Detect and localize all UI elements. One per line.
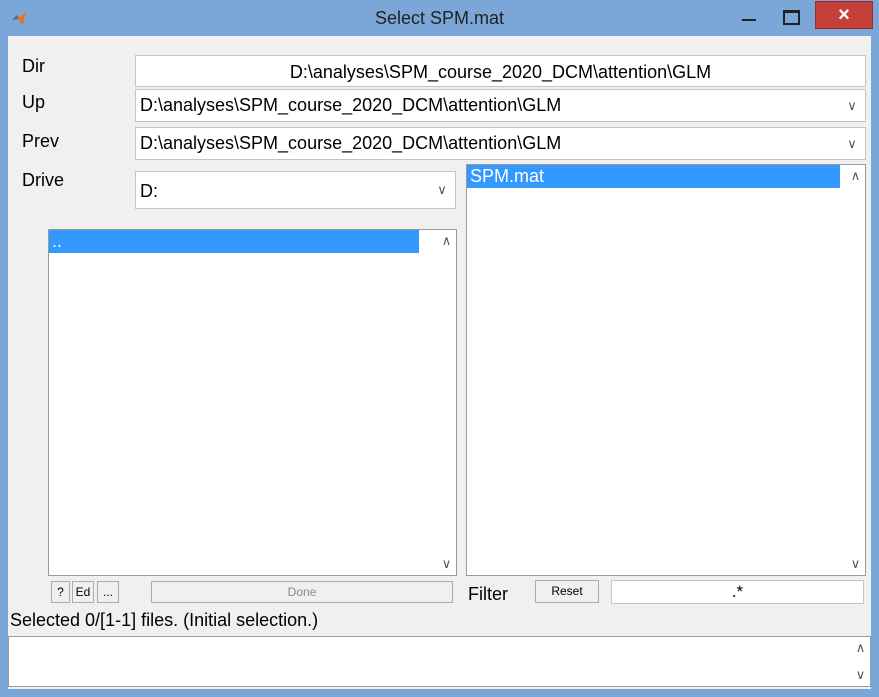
filter-label: Filter [468,584,508,604]
status-scrollbar[interactable]: ∧ ∨ [851,637,870,686]
done-button[interactable]: Done [151,581,453,603]
chevron-down-icon: ∨ [847,135,857,151]
prev-dropdown[interactable]: D:\analyses\SPM_course_2020_DCM\attentio… [135,127,866,160]
status-output-box[interactable]: ∧ ∨ [8,636,871,687]
scroll-up-icon[interactable]: ∧ [437,230,456,252]
up-dropdown-value: D:\analyses\SPM_course_2020_DCM\attentio… [140,95,562,115]
drive-label: Drive [22,170,65,190]
scroll-down-icon[interactable]: ∨ [846,553,865,575]
minimize-button[interactable] [737,4,763,30]
title-bar[interactable]: Select SPM.mat × [0,0,879,36]
up-dropdown[interactable]: D:\analyses\SPM_course_2020_DCM\attentio… [135,89,866,122]
selection-status-text: Selected 0/[1-1] files. (Initial selecti… [10,610,319,630]
dir-field[interactable]: D:\analyses\SPM_course_2020_DCM\attentio… [135,55,866,87]
scroll-down-icon[interactable]: ∨ [437,553,456,575]
prev-dropdown-value: D:\analyses\SPM_course_2020_DCM\attentio… [140,133,562,153]
chevron-down-icon: ∨ [437,182,447,197]
reset-button[interactable]: Reset [535,580,599,603]
list-item[interactable]: .. [49,230,419,253]
scroll-up-icon[interactable]: ∧ [851,637,870,659]
file-list[interactable]: SPM.mat ∧ ∨ [466,164,866,576]
up-label: Up [22,92,46,112]
filter-input[interactable]: .* [611,580,864,604]
help-button[interactable]: ? [51,581,70,603]
file-list-scrollbar[interactable]: ∧ ∨ [846,165,865,575]
dir-label: Dir [22,56,45,76]
list-item[interactable]: SPM.mat [467,165,840,188]
prev-label: Prev [22,131,60,151]
directory-list[interactable]: .. ∧ ∨ [48,229,457,576]
dialog-window: Select SPM.mat × Dir D:\analyses\SPM_cou… [0,0,879,697]
scroll-down-icon[interactable]: ∨ [851,664,870,686]
scroll-up-icon[interactable]: ∧ [846,165,865,187]
close-button[interactable]: × [815,1,873,29]
dialog-content: Dir D:\analyses\SPM_course_2020_DCM\atte… [8,36,871,689]
close-icon: × [838,4,850,26]
drive-dropdown-value: D: [140,181,158,201]
maximize-button[interactable] [778,4,804,30]
drive-dropdown[interactable]: D: ∨ [135,171,456,209]
more-button[interactable]: ... [97,581,119,603]
chevron-down-icon: ∨ [847,97,857,113]
directory-list-scrollbar[interactable]: ∧ ∨ [437,230,456,575]
edit-button[interactable]: Ed [72,581,94,603]
